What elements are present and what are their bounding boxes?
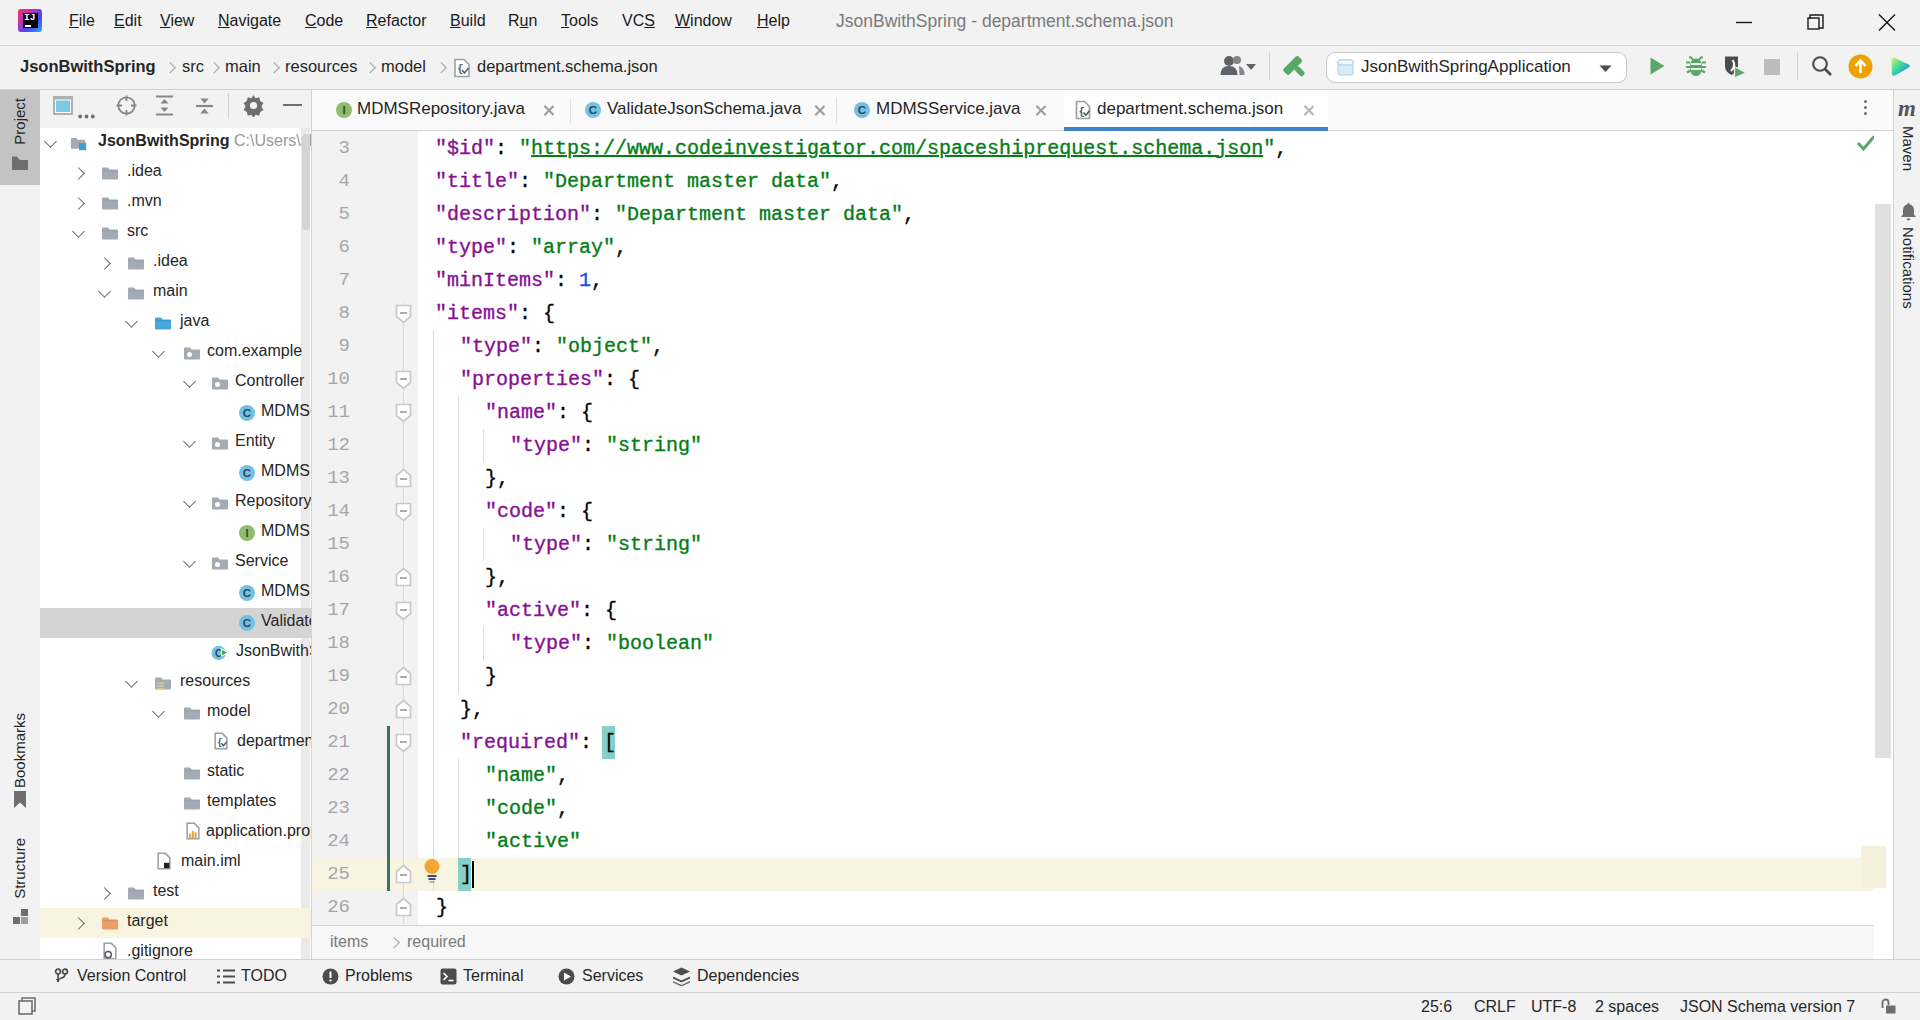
svg-text:{: {	[457, 63, 464, 75]
